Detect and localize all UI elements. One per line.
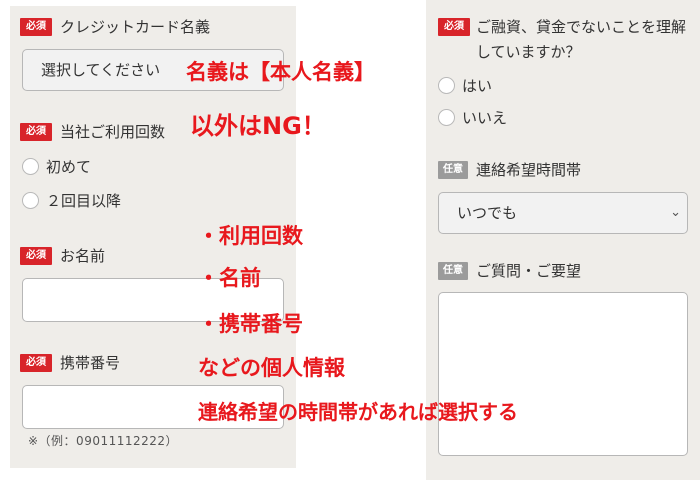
name-label: お名前 (60, 247, 106, 265)
required-badge: 必須 (20, 18, 52, 36)
radio-yes[interactable] (438, 77, 455, 94)
phone-label: 携帯番号 (60, 354, 121, 372)
contact-time-select[interactable]: いつでも ⌄ (438, 192, 688, 234)
credit-card-name-label: クレジットカード名義 (60, 18, 211, 36)
required-badge: 必須 (20, 247, 52, 265)
questions-textarea[interactable] (438, 292, 688, 456)
chevron-down-icon: ⌄ (670, 205, 681, 220)
required-badge: 必須 (20, 354, 52, 372)
required-badge: 必須 (438, 18, 470, 36)
questions-label: ご質問・ご要望 (476, 262, 582, 280)
annotation-name-ng: 以外はNG！ (190, 112, 326, 140)
radio-second-or-later-label[interactable]: ２回目以降 (46, 191, 121, 211)
confirm-question-line2: していますか？ (476, 43, 581, 61)
select-value: 選択してください (41, 61, 161, 79)
annotation-bullet-name: ・名前 (198, 266, 261, 290)
annotation-personal-info: などの個人情報 (198, 356, 345, 380)
contact-time-label: 連絡希望時間帯 (476, 161, 582, 179)
confirm-question-line1: ご融資、貸金でないことを理解 (476, 18, 687, 36)
annotation-bullet-phone: ・携帯番号 (198, 312, 303, 336)
annotation-contact-note: 連絡希望の時間帯があれば選択する (198, 400, 518, 424)
radio-yes-label[interactable]: はい (462, 76, 492, 96)
required-badge: 必須 (20, 123, 52, 141)
annotation-name-title: 名義は【本人名義】 (186, 60, 375, 84)
phone-example-hint: ※（例：09011112222） (28, 434, 179, 448)
annotation-bullet-usage: ・利用回数 (198, 224, 303, 248)
select-value: いつでも (457, 204, 518, 222)
optional-badge: 任意 (438, 161, 468, 179)
radio-second-or-later[interactable] (22, 192, 39, 209)
radio-first-time[interactable] (22, 158, 39, 175)
usage-count-label: 当社ご利用回数 (60, 123, 166, 141)
radio-first-time-label[interactable]: 初めて (46, 157, 91, 177)
radio-no[interactable] (438, 109, 455, 126)
radio-no-label[interactable]: いいえ (462, 108, 507, 128)
optional-badge: 任意 (438, 262, 468, 280)
